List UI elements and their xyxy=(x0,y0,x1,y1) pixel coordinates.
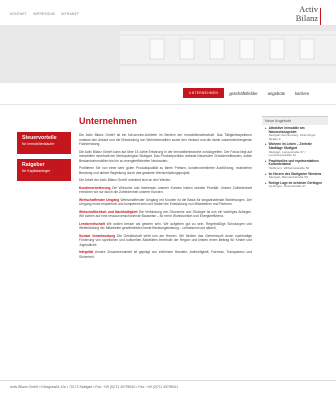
offer-item[interactable]: ▸ Prachtvolles und repräsentatives Kultur… xyxy=(265,158,325,171)
content-paragraph: Soziale Verantwortung Die Gesellschaft s… xyxy=(79,234,252,248)
paragraph-text: Die Arbeit der Activ Bilanz GmbH orienti… xyxy=(79,178,172,182)
nav-karriere[interactable]: karriere xyxy=(290,89,314,98)
page-title: Unternehmen xyxy=(79,116,138,126)
nav-unternehmen[interactable]: Unternehmen xyxy=(183,88,225,98)
header-divider xyxy=(0,104,336,105)
paragraph-text: Wir wollen besser als gestern sein. Wir … xyxy=(79,221,253,231)
main-content: Unternehmen Die Activ Bilanz GmbH ist ei… xyxy=(79,116,252,262)
value-label: Kundenorientierung xyxy=(79,185,111,190)
offer-item[interactable]: ▸ Wohnen im Leben – Zentrale Stadtlage St… xyxy=(265,143,325,157)
top-nav-kontakt[interactable]: Kontakt xyxy=(10,12,27,16)
offer-item[interactable]: ▸ Attraktive Immobilie am Naturschutzgebi… xyxy=(265,126,325,141)
arrow-right-icon: ▸ xyxy=(265,180,267,185)
content-paragraph: Wirtschaftlichkeit und Nachhaltigkeit Di… xyxy=(79,210,252,219)
offer-location: Stuttgart-Sonnenberg, Wurmlinger Straße … xyxy=(268,133,316,141)
new-offers-header: Neue Angebote xyxy=(262,117,328,125)
value-label: Wirtschaftlichkeit und Nachhaltigkeit xyxy=(79,209,138,214)
hero-building-image xyxy=(0,25,336,83)
ratgeber-subtitle: für Kapitalanleger xyxy=(22,169,51,173)
steuervorteile-button[interactable]: Steuervorteile für Immobilienkäufer xyxy=(17,132,71,154)
paragraph-text: Unsere Zusammenarbeit ist geprägt von eh… xyxy=(79,250,252,259)
value-label: Integrität xyxy=(79,250,94,254)
steuervorteile-subtitle: für Immobilienkäufer xyxy=(22,142,55,146)
nav-angebote[interactable]: angebote xyxy=(263,89,290,98)
arrow-right-icon: ▸ xyxy=(265,158,267,163)
arrow-right-icon: ▸ xyxy=(265,171,267,176)
value-label: Soziale Verantwortung xyxy=(79,233,116,238)
content-paragraph: Integrität Unsere Zusammenarbeit ist gep… xyxy=(79,250,252,259)
offer-location: Gerlingen, Rosenstraße 27 xyxy=(268,184,306,189)
ratgeber-button[interactable]: Ratgeber für Kapitalanleger xyxy=(17,159,71,181)
main-nav: Unternehmen geschäftsfelder angebote kar… xyxy=(183,88,314,98)
ratgeber-title: Ratgeber xyxy=(22,162,45,168)
content-paragraph: Wertschaffender Umgang Wertschaffender U… xyxy=(79,198,252,207)
paragraph-text: Profitieren Sie von einer sehr guten Pro… xyxy=(79,166,252,175)
content-paragraph: Lernbereitschaft Wir wollen besser als g… xyxy=(79,222,252,231)
content-paragraph: Die Activ Bilanz GmbH kann auf über 15 J… xyxy=(79,150,252,164)
logo-line2: Bilanz xyxy=(295,13,318,23)
content-paragraphs: Die Activ Bilanz GmbH ist ein full-servi… xyxy=(79,133,252,259)
paragraph-text: Die Activ Bilanz GmbH ist ein full-servi… xyxy=(79,133,252,146)
footer-text: Activ Bilanz GmbH • Königstraße 10c • 70… xyxy=(10,385,178,389)
arrow-right-icon: ▸ xyxy=(265,126,267,130)
offer-item[interactable]: ▸ Ruhige Lage im schönen Gerlingen Gerling… xyxy=(265,180,325,189)
logo-wordmark: Activ Bilanz xyxy=(296,5,321,23)
top-nav-impressum[interactable]: Impressum xyxy=(33,12,55,16)
footer: Activ Bilanz GmbH • Königstraße 10c • 70… xyxy=(0,380,336,396)
offer-location: Stuttgart, Bismarckstraße 50 xyxy=(268,175,308,180)
content-paragraph: Die Activ Bilanz GmbH ist ein full-servi… xyxy=(79,133,252,147)
new-offers-box: Neue Angebote ▸ Attraktive Immobilie am N… xyxy=(262,116,328,193)
top-nav-intranet[interactable]: Intranet xyxy=(61,12,79,16)
steuervorteile-title: Steuervorteile xyxy=(22,135,57,141)
offers-list: ▸ Attraktive Immobilie am Naturschutzgebi… xyxy=(262,125,328,193)
company-logo[interactable]: Activ Bilanz xyxy=(281,4,321,26)
offer-location: Heilbronn, Wilhelmsstraße 50 xyxy=(268,165,310,170)
arrow-right-icon: ▸ xyxy=(265,142,267,147)
paragraph-text: Die Activ Bilanz GmbH kann auf über 15 J… xyxy=(79,149,252,163)
offer-location: Stuttgart, Langestraße 97 / Leuschnerstr… xyxy=(268,149,306,158)
top-nav: Kontakt Impressum Intranet xyxy=(10,12,79,16)
content-paragraph: Profitieren Sie von einer sehr guten Pro… xyxy=(79,166,252,175)
content-paragraph: Die Arbeit der Activ Bilanz GmbH orienti… xyxy=(79,178,252,183)
value-label: Wertschaffender Umgang xyxy=(79,197,120,202)
content-paragraph: Kundenorientierung Die Wünsche und Inter… xyxy=(79,186,252,195)
offer-item[interactable]: ▸ Im Herzen des Stuttgarter Westens Stuttg… xyxy=(265,171,325,180)
value-label: Lernbereitschaft xyxy=(79,221,105,226)
nav-geschaeftsfelder[interactable]: geschäftsfelder xyxy=(224,89,262,98)
hero-facade-graphic xyxy=(0,25,336,83)
